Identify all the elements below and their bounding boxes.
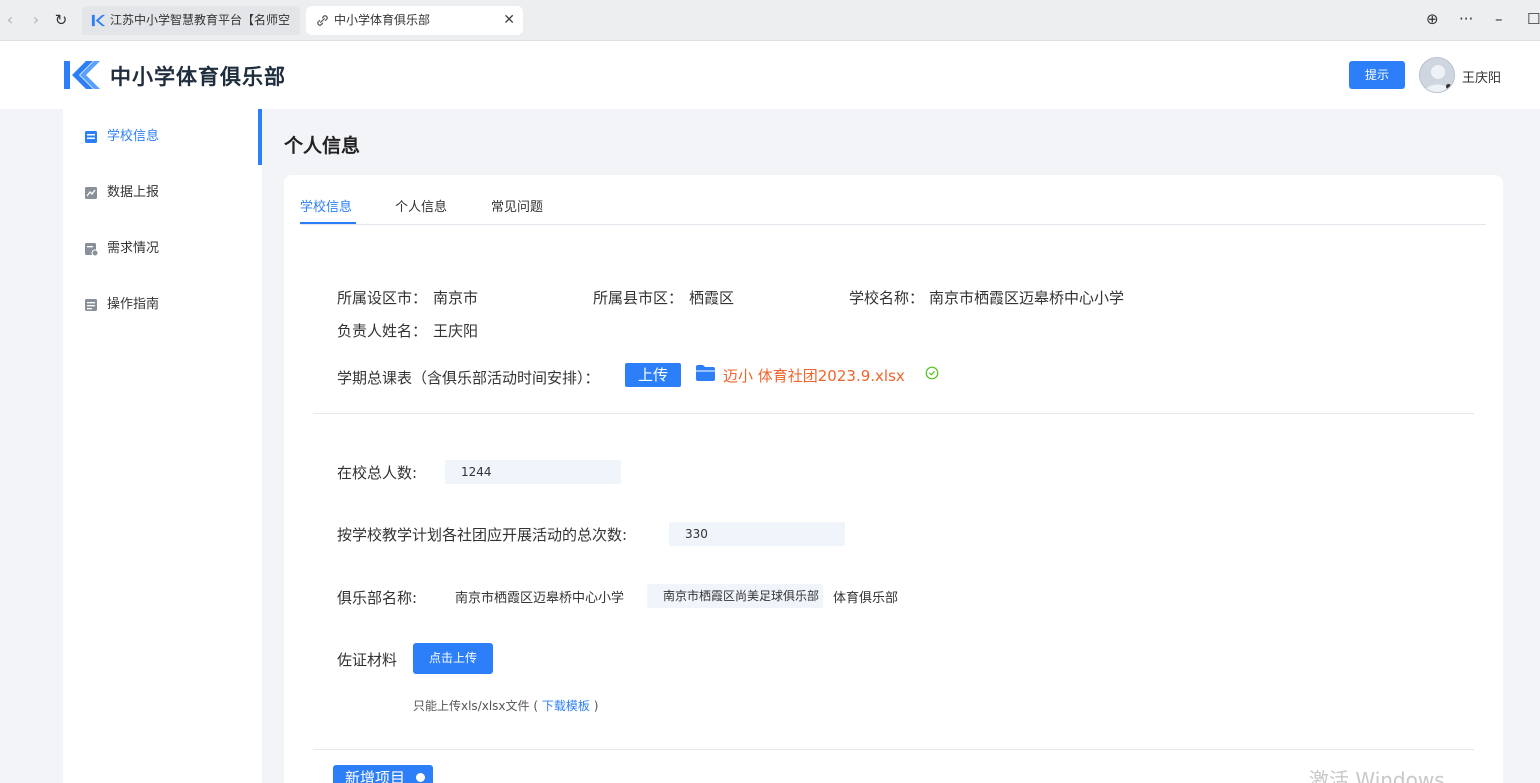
requirement-icon bbox=[85, 243, 98, 256]
folder-icon bbox=[696, 365, 715, 381]
upload-hint-end: ) bbox=[593, 699, 599, 713]
avatar[interactable] bbox=[1419, 57, 1455, 93]
students-input[interactable]: 1244 bbox=[445, 460, 621, 484]
club-name-input[interactable]: 南京市栖霞区尚美足球俱乐部 bbox=[647, 584, 823, 608]
students-label: 在校总人数: bbox=[337, 464, 418, 482]
minimize-icon[interactable]: – bbox=[1495, 8, 1503, 30]
sidebar-item-label: 数据上报 bbox=[107, 185, 160, 200]
section-divider bbox=[313, 749, 1474, 750]
windows-activation-watermark: 激活 Windows bbox=[1309, 768, 1445, 783]
app-header: 中小学体育俱乐部 提示 王庆阳 bbox=[0, 41, 1540, 109]
evidence-label: 佐证材料 bbox=[337, 651, 398, 669]
reload-icon[interactable]: ↻ bbox=[51, 10, 71, 30]
sidebar-item-data-report[interactable]: 数据上报 bbox=[63, 165, 262, 221]
district-label: 所属县市区： bbox=[593, 289, 684, 307]
user-name[interactable]: 王庆阳 bbox=[1462, 67, 1501, 86]
sidebar-active-indicator bbox=[258, 109, 262, 165]
activities-input[interactable]: 330 bbox=[669, 522, 845, 546]
schedule-label: 学期总课表（含俱乐部活动时间安排）： bbox=[337, 369, 600, 387]
back-icon[interactable]: ‹ bbox=[0, 10, 20, 30]
tab-school-info[interactable]: 学校信息 bbox=[300, 196, 352, 215]
hint-button[interactable]: 提示 bbox=[1349, 61, 1405, 89]
globe-icon[interactable]: ⊕ bbox=[1426, 8, 1439, 30]
city-label: 所属设区市： bbox=[337, 289, 428, 307]
section-divider bbox=[313, 413, 1474, 414]
forward-icon[interactable]: › bbox=[26, 10, 46, 30]
schedule-upload-button[interactable]: 上传 bbox=[625, 363, 681, 387]
principal-label: 负责人姓名： bbox=[337, 322, 428, 340]
school-label: 学校名称： bbox=[849, 289, 925, 307]
chart-icon bbox=[85, 187, 97, 199]
evidence-upload-button[interactable]: 点击上传 bbox=[413, 643, 493, 674]
page-title: 个人信息 bbox=[284, 135, 361, 157]
upload-hint: 只能上传xls/xlsx文件 ( 下载模板 ) bbox=[413, 697, 598, 714]
sidebar-item-requirements[interactable]: 需求情况 bbox=[63, 221, 262, 277]
club-suffix: 体育俱乐部 bbox=[833, 591, 899, 606]
add-project-label: 新增项目 bbox=[345, 769, 406, 783]
site-logo-icon bbox=[64, 61, 100, 89]
close-tab-icon[interactable]: ✕ bbox=[503, 6, 515, 35]
browser-tab-platform[interactable]: 江苏中小学智慧教育平台【名师空 bbox=[82, 6, 300, 35]
guide-icon bbox=[85, 299, 97, 311]
sidebar-item-school-info[interactable]: 学校信息 bbox=[63, 109, 262, 165]
uploaded-file-link[interactable]: 迈小 体育社团2023.9.xlsx bbox=[723, 365, 905, 386]
more-menu-icon[interactable]: ··· bbox=[1459, 8, 1473, 30]
browser-tab-club[interactable]: 中小学体育俱乐部 ✕ bbox=[306, 6, 523, 35]
tab-title: 中小学体育俱乐部 bbox=[334, 13, 431, 27]
tab-bar: 学校信息 个人信息 常见问题 bbox=[300, 175, 1486, 225]
content-card: 学校信息 个人信息 常见问题 所属设区市： 南京市 所属县市区： 栖霞区 学校名… bbox=[284, 175, 1503, 783]
tab-personal-info[interactable]: 个人信息 bbox=[395, 196, 447, 215]
sidebar: 学校信息 数据上报 需求情况 操作指南 bbox=[63, 109, 262, 783]
club-label: 俱乐部名称: bbox=[337, 589, 418, 607]
plus-icon bbox=[416, 773, 425, 782]
principal-value: 王庆阳 bbox=[433, 322, 479, 340]
sidebar-item-label: 学校信息 bbox=[107, 129, 160, 144]
district-value: 栖霞区 bbox=[689, 289, 735, 307]
sidebar-item-label: 需求情况 bbox=[107, 241, 160, 256]
sidebar-item-guide[interactable]: 操作指南 bbox=[63, 277, 262, 333]
browser-toolbar: ‹ › ↻ 江苏中小学智慧教育平台【名师空 中小学体育俱乐部 ✕ ⊕ ··· –… bbox=[0, 0, 1540, 41]
activities-label: 按学校教学计划各社团应开展活动的总次数: bbox=[337, 526, 628, 544]
upload-hint-text: 只能上传xls/xlsx文件 ( bbox=[413, 699, 539, 713]
tab-title: 江苏中小学智慧教育平台【名师空 bbox=[110, 13, 291, 27]
school-info-icon bbox=[85, 131, 97, 143]
club-prefix: 南京市栖霞区迈皋桥中心小学 bbox=[455, 591, 625, 606]
school-value: 南京市栖霞区迈皋桥中心小学 bbox=[929, 289, 1125, 307]
platform-logo-icon bbox=[91, 14, 106, 27]
restore-icon[interactable]: ☐ bbox=[1527, 8, 1540, 30]
tab-faq[interactable]: 常见问题 bbox=[491, 196, 543, 215]
link-icon bbox=[317, 15, 328, 26]
tab-underline bbox=[300, 222, 356, 224]
download-template-link[interactable]: 下载模板 bbox=[542, 699, 590, 713]
site-title: 中小学体育俱乐部 bbox=[110, 65, 286, 89]
success-check-icon bbox=[925, 366, 939, 380]
sidebar-item-label: 操作指南 bbox=[107, 297, 160, 312]
status-dot bbox=[1446, 84, 1451, 89]
add-project-button[interactable]: 新增项目 bbox=[333, 765, 433, 783]
city-value: 南京市 bbox=[433, 289, 479, 307]
